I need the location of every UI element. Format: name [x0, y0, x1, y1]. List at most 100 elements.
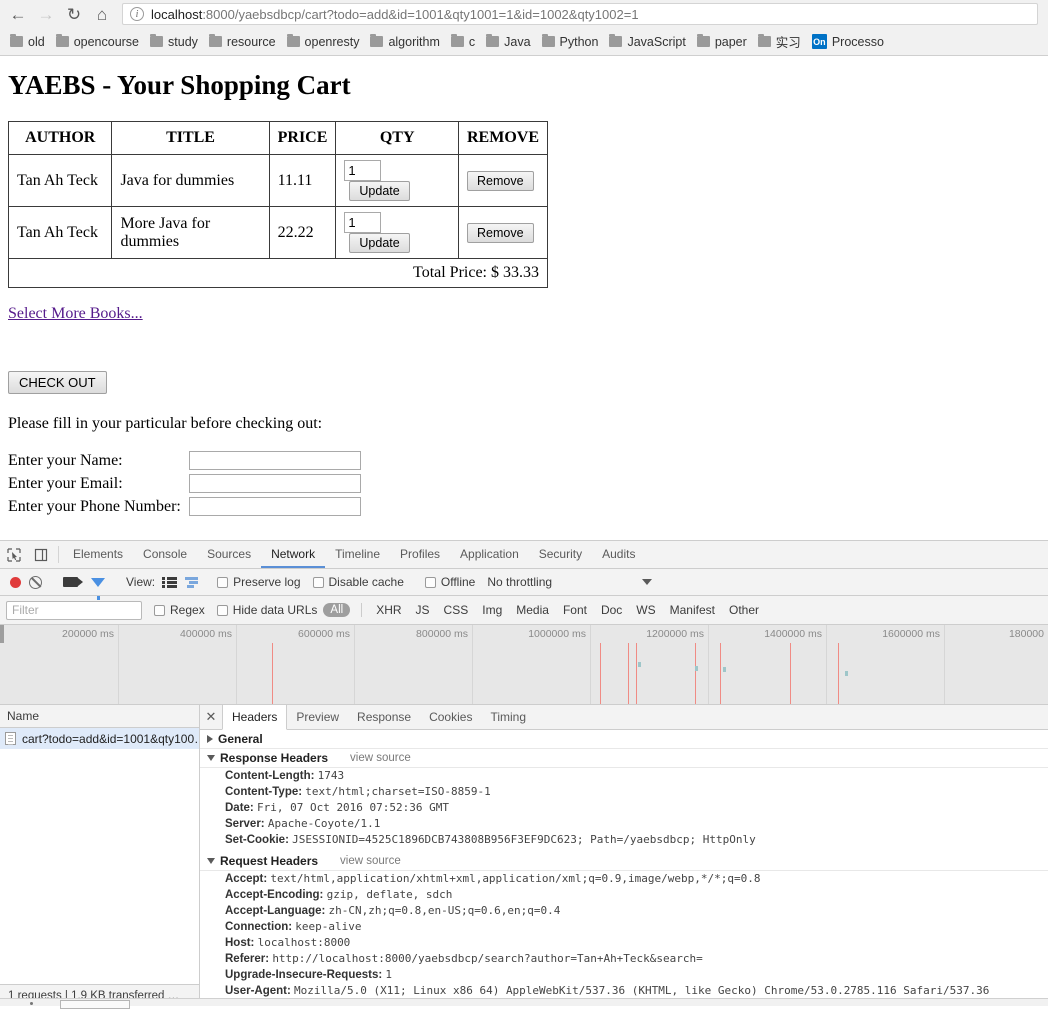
tab-security[interactable]: Security — [529, 541, 592, 568]
resource-type-manifest[interactable]: Manifest — [663, 602, 722, 618]
resource-type-xhr[interactable]: XHR — [369, 602, 408, 618]
bookmark-label: Java — [504, 35, 530, 49]
resource-type-font[interactable]: Font — [556, 602, 594, 618]
bookmark-label: Processo — [832, 35, 884, 49]
tab-timeline[interactable]: Timeline — [325, 541, 390, 568]
details-tab-timing[interactable]: Timing — [481, 705, 535, 729]
details-tab-headers[interactable]: Headers — [222, 705, 287, 730]
resource-type-other[interactable]: Other — [722, 602, 766, 618]
overview-gridline — [944, 625, 945, 704]
taskbar-window-button[interactable] — [60, 1000, 130, 1006]
waterfall-view-icon[interactable] — [185, 576, 200, 588]
header-value: gzip, deflate, sdch — [327, 888, 453, 901]
tab-network[interactable]: Network — [261, 541, 325, 568]
chevron-down-icon — [642, 579, 652, 585]
resource-type-js[interactable]: JS — [409, 602, 437, 618]
qty-input[interactable] — [344, 160, 381, 181]
tab-console[interactable]: Console — [133, 541, 197, 568]
regex-checkbox[interactable]: Regex — [154, 603, 205, 617]
column-header-author: AUTHOR — [9, 122, 112, 155]
address-bar[interactable]: ilocalhost:8000/yaebsdbcp/cart?todo=add&… — [122, 3, 1038, 25]
details-tab-response[interactable]: Response — [348, 705, 420, 729]
bookmark-javascript[interactable]: JavaScript — [605, 33, 692, 51]
overview-gridline — [590, 625, 591, 704]
section-request-headers[interactable]: Request Headers view source — [200, 852, 1048, 871]
funnel-icon[interactable] — [91, 578, 105, 587]
bookmark-processo[interactable]: On Processo — [808, 32, 891, 51]
header-value: text/html;charset=ISO-8859-1 — [305, 785, 490, 798]
details-tab-preview[interactable]: Preview — [287, 705, 348, 729]
remove-button[interactable]: Remove — [467, 223, 534, 243]
header-key: Accept: — [225, 873, 267, 885]
bookmark-study[interactable]: study — [146, 33, 205, 51]
toggle-device-toolbar-icon[interactable] — [27, 541, 54, 568]
bookmark-c[interactable]: c — [447, 33, 482, 51]
filter-input[interactable] — [6, 601, 142, 620]
section-response-headers[interactable]: Response Headers view source — [200, 749, 1048, 768]
bookmark-opencourse[interactable]: opencourse — [52, 33, 146, 51]
overview-tick-label: 400000 ms — [180, 628, 236, 640]
section-title: Request Headers — [220, 854, 318, 868]
disable-cache-checkbox[interactable]: Disable cache — [313, 575, 404, 589]
form-row-email: Enter your Email: — [8, 472, 361, 495]
request-column-header: Name — [0, 705, 199, 728]
section-general[interactable]: General — [200, 730, 1048, 749]
resource-type-css[interactable]: CSS — [437, 602, 476, 618]
list-view-icon[interactable] — [162, 576, 177, 588]
record-button-icon[interactable] — [10, 577, 21, 588]
name-input[interactable] — [189, 451, 361, 470]
resource-type-media[interactable]: Media — [509, 602, 556, 618]
bookmark-paper[interactable]: paper — [693, 33, 754, 51]
close-icon[interactable]: ✕ — [200, 705, 222, 729]
phone-input[interactable] — [189, 497, 361, 516]
bookmark-label: openresty — [305, 35, 360, 49]
offline-checkbox[interactable]: Offline — [425, 575, 475, 589]
update-button[interactable]: Update — [349, 181, 409, 201]
bookmark-old[interactable]: old — [6, 33, 52, 51]
inspect-element-icon[interactable] — [0, 541, 27, 568]
page-info-icon[interactable]: i — [130, 7, 144, 21]
overview-request-dot — [638, 662, 641, 667]
forward-arrow-icon[interactable]: → — [32, 1, 60, 27]
network-timeline-overview[interactable]: 200000 ms400000 ms600000 ms800000 ms1000… — [0, 625, 1048, 705]
home-icon[interactable]: ⌂ — [88, 1, 116, 27]
clear-icon[interactable] — [29, 576, 42, 589]
resource-type-doc[interactable]: Doc — [594, 602, 629, 618]
resource-type-all[interactable]: All — [323, 603, 350, 617]
tab-sources[interactable]: Sources — [197, 541, 261, 568]
bookmark-python[interactable]: Python — [538, 33, 606, 51]
bookmark-label: algorithm — [388, 35, 439, 49]
checkout-button[interactable]: CHECK OUT — [8, 371, 107, 394]
qty-input[interactable] — [344, 212, 381, 233]
bookmark-algorithm[interactable]: algorithm — [366, 33, 446, 51]
tab-audits[interactable]: Audits — [592, 541, 645, 568]
camera-icon[interactable] — [63, 577, 78, 587]
bookmark-openresty[interactable]: openresty — [283, 33, 367, 51]
reload-icon[interactable]: ↻ — [60, 1, 88, 27]
bookmark-resource[interactable]: resource — [205, 33, 283, 51]
back-arrow-icon[interactable]: ← — [4, 1, 32, 27]
overview-scrubber-handle[interactable] — [0, 625, 4, 643]
bookmark-shixi[interactable]: 实习 — [754, 30, 808, 53]
tab-application[interactable]: Application — [450, 541, 529, 568]
details-tab-cookies[interactable]: Cookies — [420, 705, 481, 729]
request-row[interactable]: cart?todo=add&id=1001&qty100… — [0, 728, 199, 749]
view-source-link[interactable]: view source — [350, 752, 411, 764]
network-split-view: Name cart?todo=add&id=1001&qty100… 1 req… — [0, 705, 1048, 1006]
hide-data-urls-checkbox[interactable]: Hide data URLs — [217, 603, 318, 617]
preserve-log-checkbox[interactable]: Preserve log — [217, 575, 300, 589]
update-button[interactable]: Update — [349, 233, 409, 253]
select-more-books-link[interactable]: Select More Books... — [8, 305, 143, 323]
header-line: Upgrade-Insecure-Requests: 1 — [200, 967, 1048, 983]
tab-elements[interactable]: Elements — [63, 541, 133, 568]
resource-type-img[interactable]: Img — [475, 602, 509, 618]
resource-type-ws[interactable]: WS — [629, 602, 662, 618]
email-input[interactable] — [189, 474, 361, 493]
header-key: Content-Length: — [225, 770, 314, 782]
bookmark-java[interactable]: Java — [482, 33, 537, 51]
view-source-link[interactable]: view source — [340, 855, 401, 867]
overview-event-marker — [838, 643, 839, 704]
remove-button[interactable]: Remove — [467, 171, 534, 191]
throttling-select[interactable]: No throttling — [487, 575, 652, 589]
tab-profiles[interactable]: Profiles — [390, 541, 450, 568]
